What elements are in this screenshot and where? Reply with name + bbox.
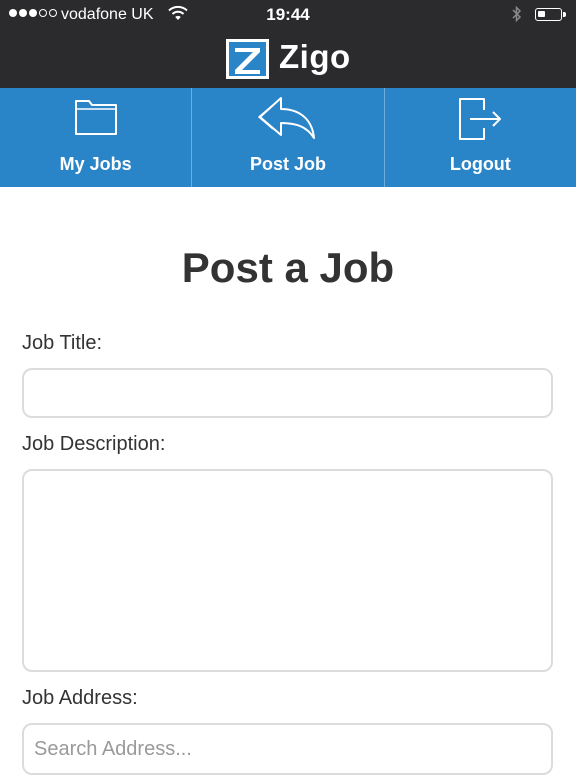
- job-title-input[interactable]: [22, 368, 553, 418]
- brand-name: Zigo: [279, 38, 351, 75]
- bluetooth-icon: [511, 5, 523, 28]
- job-address-search-input[interactable]: [22, 723, 553, 775]
- nav-item-logout[interactable]: Logout: [383, 88, 576, 187]
- status-time: 19:44: [266, 5, 310, 24]
- nav-item-label: My Jobs: [59, 154, 132, 174]
- nav-item-post-job[interactable]: Post Job: [191, 88, 383, 187]
- zigo-logo-icon: [226, 39, 269, 79]
- logout-icon: [456, 96, 504, 147]
- app-header: vodafone UK 19:44 Zigo: [0, 0, 576, 88]
- status-bar: vodafone UK 19:44: [0, 0, 576, 30]
- page-title: Post a Job: [181, 244, 395, 291]
- battery-icon: [535, 8, 566, 21]
- brand[interactable]: Zigo: [0, 36, 576, 82]
- reply-arrow-icon: [257, 96, 319, 149]
- job-address-label: Job Address:: [22, 687, 138, 709]
- job-description-textarea[interactable]: [22, 469, 553, 672]
- nav-item-label: Post Job: [249, 154, 326, 174]
- job-description-label: Job Description:: [22, 433, 166, 455]
- main-nav: My Jobs Post Job Logout: [0, 88, 576, 187]
- folder-icon: [73, 96, 119, 143]
- nav-item-label: Logout: [449, 154, 511, 174]
- nav-item-my-jobs[interactable]: My Jobs: [0, 88, 191, 187]
- job-title-label: Job Title:: [22, 332, 103, 354]
